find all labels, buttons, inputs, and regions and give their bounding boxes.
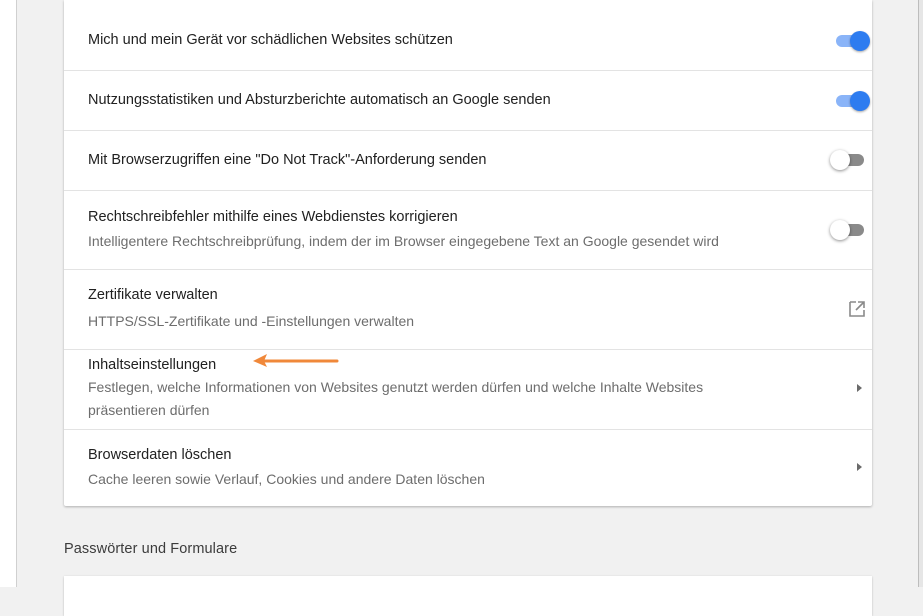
setting-row-manage-certificates[interactable]: Zertifikate verwalten HTTPS/SSL-Zertifik…: [64, 270, 872, 350]
spellcheck-toggle[interactable]: [830, 220, 866, 240]
toggle-knob: [830, 150, 850, 170]
passwords-card: [64, 576, 872, 616]
toggle-knob: [830, 220, 850, 240]
chevron-right-icon[interactable]: [854, 462, 864, 472]
setting-row-do-not-track[interactable]: Mit Browserzugriffen eine "Do Not Track"…: [64, 131, 872, 191]
do-not-track-toggle[interactable]: [830, 150, 866, 170]
toggle-knob: [850, 31, 870, 51]
setting-description: Cache leeren sowie Verlauf, Cookies und …: [88, 471, 485, 487]
setting-description: Intelligentere Rechtschreibprüfung, inde…: [88, 233, 719, 249]
setting-title: Rechtschreibfehler mithilfe eines Webdie…: [88, 209, 458, 225]
setting-title: Mich und mein Gerät vor schädlichen Webs…: [88, 32, 453, 48]
window-frame-left: [0, 0, 17, 587]
setting-description-line-2: präsentieren dürfen: [88, 402, 210, 418]
chevron-right-icon[interactable]: [854, 383, 864, 393]
setting-row-content-settings[interactable]: Inhaltseinstellungen Festlegen, welche I…: [64, 350, 872, 430]
setting-row-spellcheck[interactable]: Rechtschreibfehler mithilfe eines Webdie…: [64, 191, 872, 270]
setting-title: Browserdaten löschen: [88, 447, 232, 463]
arrow-left-icon: [253, 354, 339, 367]
setting-title: Mit Browserzugriffen eine "Do Not Track"…: [88, 152, 487, 168]
setting-title: Inhaltseinstellungen: [88, 357, 217, 373]
safe-browsing-toggle[interactable]: [834, 31, 870, 51]
toggle-knob: [850, 91, 870, 111]
setting-title: Nutzungsstatistiken und Absturzberichte …: [88, 92, 551, 108]
setting-row-clear-browsing-data[interactable]: Browserdaten löschen Cache leeren sowie …: [64, 430, 872, 506]
setting-row-usage-statistics[interactable]: Nutzungsstatistiken und Absturzberichte …: [64, 71, 872, 131]
window-frame-right: [918, 0, 923, 587]
setting-description-line-1: Festlegen, welche Informationen von Webs…: [88, 379, 704, 395]
setting-description: HTTPS/SSL-Zertifikate und -Einstellungen…: [88, 313, 415, 329]
setting-title: Zertifikate verwalten: [88, 287, 218, 303]
section-heading-passwords: Passwörter und Formulare: [64, 541, 238, 557]
setting-row-safe-browsing[interactable]: Mich und mein Gerät vor schädlichen Webs…: [64, 0, 872, 71]
usage-statistics-toggle[interactable]: [834, 91, 870, 111]
privacy-settings-card: Mich und mein Gerät vor schädlichen Webs…: [64, 0, 872, 506]
open-in-new-icon[interactable]: [848, 300, 866, 318]
